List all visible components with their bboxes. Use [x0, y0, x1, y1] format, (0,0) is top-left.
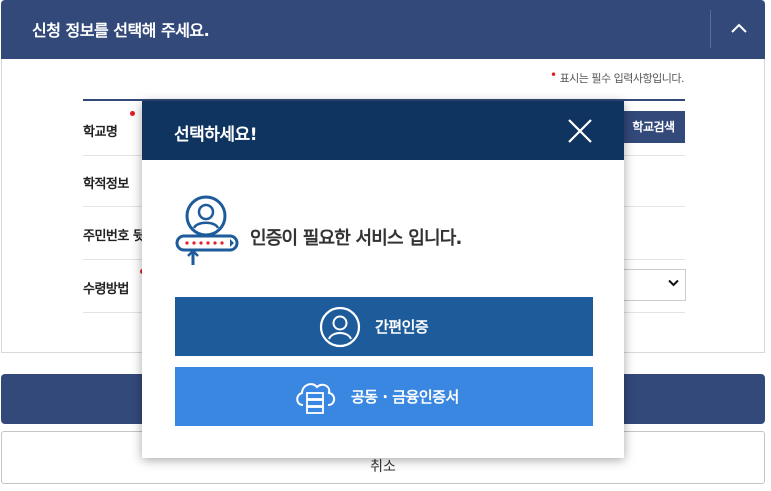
- modal-close-button[interactable]: [566, 117, 594, 145]
- school-name-label: 학교명: [83, 125, 118, 140]
- joint-financial-cert-button[interactable]: 공동 · 금융인증서: [175, 367, 593, 426]
- simple-auth-button[interactable]: 간편인증: [175, 297, 593, 356]
- close-icon: [568, 119, 592, 143]
- required-dot: [130, 111, 135, 116]
- cancel-label: 취소: [370, 459, 396, 475]
- school-search-button[interactable]: 학교검색: [622, 111, 685, 143]
- user-circle-icon: [319, 306, 361, 347]
- modal-message: 인증이 필요한 서비스 입니다.: [250, 228, 462, 249]
- receive-method-label: 수령방법: [83, 282, 129, 297]
- resident-number-label: 주민번호 뒷: [83, 229, 145, 244]
- academic-info-label: 학적정보: [83, 177, 129, 192]
- modal-header: 선택하세요!: [142, 101, 624, 160]
- auth-select-modal: 선택하세요! 인증이 필요한 서비스 입니다. 간편인증 공동 · 금융인증서: [142, 101, 624, 458]
- chevron-up-icon: [731, 23, 747, 33]
- required-marker: •: [549, 68, 557, 82]
- header-divider: [710, 10, 711, 48]
- joint-cert-label: 공동 · 금융인증서: [351, 388, 459, 406]
- simple-auth-label: 간편인증: [375, 318, 429, 336]
- user-certificate-icon: [175, 195, 239, 265]
- section-title: 신청 정보를 선택해 주세요.: [32, 21, 210, 40]
- chevron-down-icon: [668, 279, 679, 287]
- collapse-button[interactable]: [713, 0, 765, 59]
- required-note: • 표시는 필수 입력사항입니다.: [549, 68, 685, 85]
- cloud-server-icon: [296, 382, 336, 414]
- modal-title: 선택하세요!: [174, 125, 257, 145]
- section-header: 신청 정보를 선택해 주세요.: [1, 0, 765, 59]
